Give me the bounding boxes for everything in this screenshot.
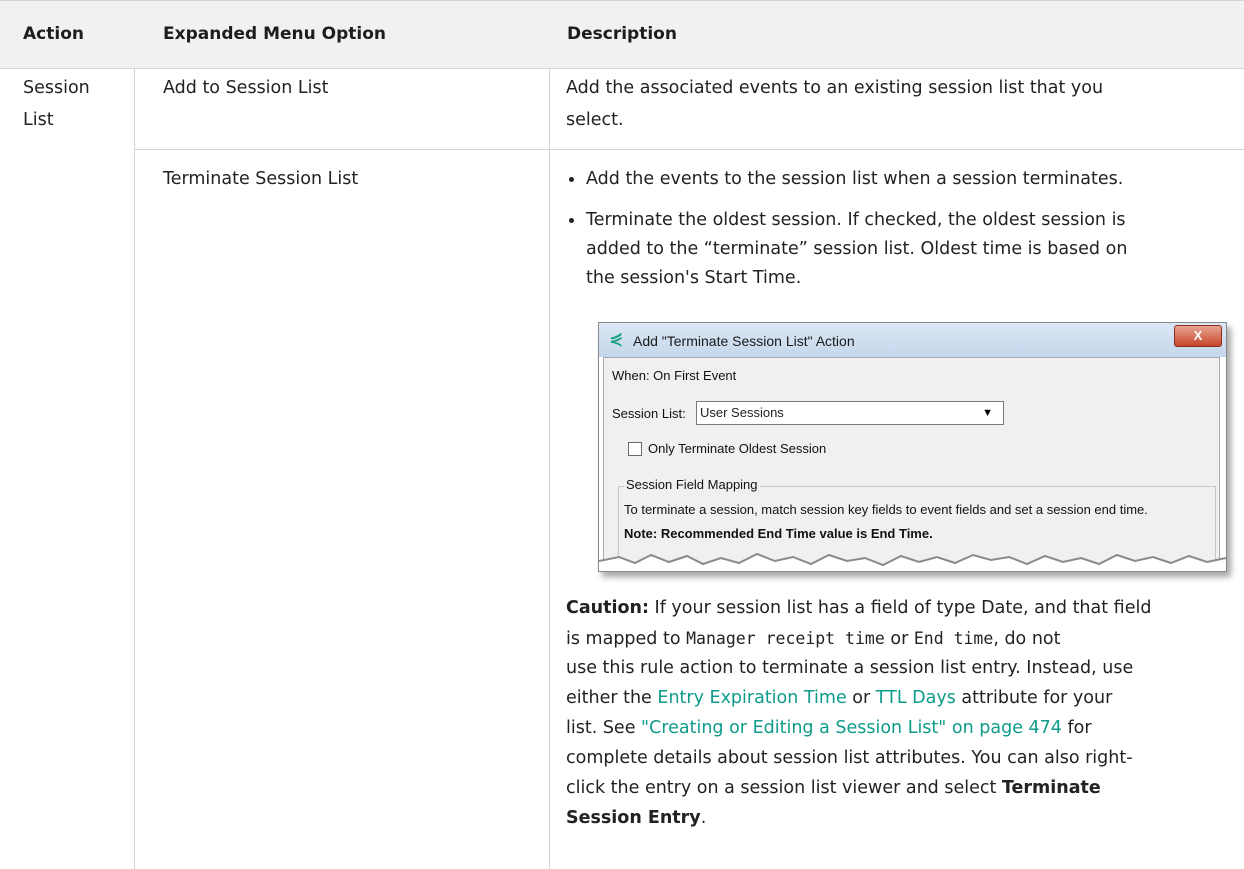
caution-line4: either the Entry Expiration Time or TTL …: [566, 684, 1112, 713]
caution-text: If your session list has a field of type…: [648, 598, 1152, 618]
when-label: When: On First Event: [612, 368, 737, 383]
caution-line5: list. See "Creating or Editing a Session…: [566, 714, 1092, 743]
only-terminate-oldest-checkbox[interactable]: [628, 442, 642, 456]
dropdown-arrow-icon: ▼: [982, 407, 993, 419]
caution-line2: is mapped to Manager receipt time or End…: [566, 624, 1060, 654]
terminate-bold: Terminate: [1001, 778, 1101, 798]
caution-line6: complete details about session list attr…: [566, 748, 1133, 768]
column-divider: [549, 69, 550, 869]
dialog-screenshot: ⋞ Add "Terminate Session List" Action X …: [598, 322, 1227, 572]
cell-description-line2: select.: [566, 110, 624, 130]
caution-text: either the: [566, 688, 658, 708]
cell-action-line2: List: [23, 110, 54, 130]
torn-edge: [599, 552, 1226, 571]
checkbox-label: Only Terminate Oldest Session: [648, 441, 827, 456]
bullet-text-line3: the session's Start Time.: [586, 268, 802, 288]
cell-action-line1: Session: [23, 78, 90, 98]
rule-action-icon: ⋞: [609, 329, 624, 348]
bullet-item: Add the events to the session list when …: [566, 165, 1226, 194]
close-button[interactable]: X: [1174, 325, 1222, 347]
caution-text: attribute for your: [955, 688, 1113, 708]
cell-option-terminate-session-list: Terminate Session List: [163, 169, 359, 189]
caution-text: list. See: [566, 718, 642, 738]
bullet-item: Terminate the oldest session. If checked…: [566, 206, 1226, 293]
caution-text: .: [700, 808, 707, 828]
table-header: Action Expanded Menu Option Description: [0, 0, 1244, 69]
row-divider: [135, 149, 1244, 150]
caution-line7: click the entry on a session list viewer…: [566, 774, 1101, 803]
session-entry-bold: Session Entry: [566, 808, 701, 828]
header-description: Description: [567, 24, 677, 44]
caution-line3: use this rule action to terminate a sess…: [566, 658, 1134, 678]
caution-text: is mapped to: [566, 629, 687, 649]
caution-text: or: [846, 688, 876, 708]
bullet-text-line1: Terminate the oldest session. If checked…: [586, 210, 1126, 230]
bullet-dot: [569, 177, 574, 182]
caution-line8: Session Entry.: [566, 804, 706, 833]
bullet-dot: [569, 218, 574, 223]
caution-text: or: [884, 629, 914, 649]
session-list-select[interactable]: User Sessions ▼: [696, 401, 1004, 425]
caution-text: , do not: [993, 629, 1061, 649]
caution-label: Caution:: [566, 598, 649, 618]
actions-table: Action Expanded Menu Option Description …: [0, 0, 1244, 869]
header-action: Action: [23, 24, 84, 44]
bullet-text: Add the events to the session list when …: [586, 169, 1124, 189]
link-creating-editing-session-list[interactable]: "Creating or Editing a Session List" on …: [641, 718, 1062, 738]
caution-text: for: [1061, 718, 1092, 738]
cell-option-add-to-session-list: Add to Session List: [163, 78, 329, 98]
column-divider: [134, 69, 135, 869]
caution-line1: Caution: If your session list has a fiel…: [566, 594, 1234, 623]
caution-text: click the entry on a session list viewer…: [566, 778, 1002, 798]
group-text: To terminate a session, match session ke…: [624, 502, 1148, 517]
dialog-titlebar: ⋞ Add "Terminate Session List" Action X: [599, 323, 1226, 357]
session-list-value: User Sessions: [700, 405, 784, 420]
bullet-text-line2: added to the “terminate” session list. O…: [586, 239, 1128, 259]
group-title: Session Field Mapping: [624, 477, 760, 492]
header-expanded-menu-option: Expanded Menu Option: [163, 24, 387, 44]
link-entry-expiration-time[interactable]: Entry Expiration Time: [657, 688, 846, 708]
link-ttl-days[interactable]: TTL Days: [876, 688, 956, 708]
code-manager-receipt-time: Manager receipt time: [686, 629, 885, 648]
code-end-time: End time: [913, 629, 994, 648]
cell-description-line1: Add the associated events to an existing…: [566, 78, 1104, 98]
dialog-title: Add "Terminate Session List" Action: [633, 333, 855, 349]
session-list-label: Session List:: [612, 406, 686, 421]
